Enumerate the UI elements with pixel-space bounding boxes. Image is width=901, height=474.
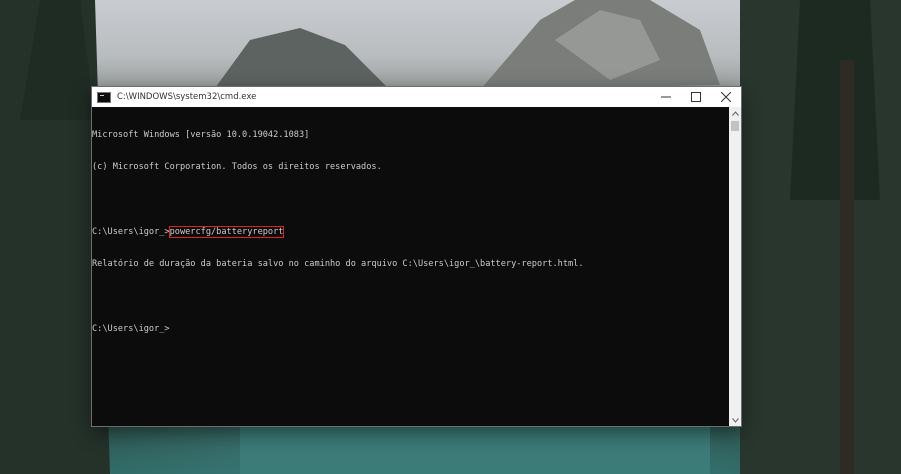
window-title: C:\WINDOWS\system32\cmd.exe	[117, 92, 257, 102]
cmd-window[interactable]: C:\WINDOWS\system32\cmd.exe Microsoft Wi…	[91, 86, 742, 427]
close-icon	[721, 92, 731, 102]
highlighted-command: powercfg/batteryreport	[168, 225, 285, 238]
scroll-down-button[interactable]	[729, 414, 741, 426]
prompt: C:\Users\igor_>	[92, 323, 170, 334]
console-prompt-line[interactable]: C:\Users\igor_>	[92, 324, 729, 335]
title-bar[interactable]: C:\WINDOWS\system32\cmd.exe	[92, 87, 741, 107]
vertical-scrollbar[interactable]	[729, 107, 741, 426]
window-controls	[651, 87, 741, 107]
cmd-icon	[97, 91, 111, 103]
chevron-up-icon	[731, 110, 739, 116]
console-output[interactable]: Microsoft Windows [versão 10.0.19042.108…	[92, 107, 729, 426]
console-command-line: C:\Users\igor_>powercfg/batteryreport	[92, 225, 729, 238]
prompt: C:\Users\igor_>	[92, 226, 170, 237]
console-line: (c) Microsoft Corporation. Todos os dire…	[92, 161, 382, 172]
scroll-thumb[interactable]	[731, 121, 739, 131]
console-line: Microsoft Windows [versão 10.0.19042.108…	[92, 129, 310, 140]
close-button[interactable]	[711, 87, 741, 107]
maximize-button[interactable]	[681, 87, 711, 107]
chevron-down-icon	[731, 417, 739, 423]
scroll-up-button[interactable]	[729, 107, 741, 119]
minimize-button[interactable]	[651, 87, 681, 107]
minimize-icon	[661, 96, 671, 98]
maximize-icon	[691, 92, 701, 102]
console-line: Relatório de duração da bateria salvo no…	[92, 259, 584, 270]
